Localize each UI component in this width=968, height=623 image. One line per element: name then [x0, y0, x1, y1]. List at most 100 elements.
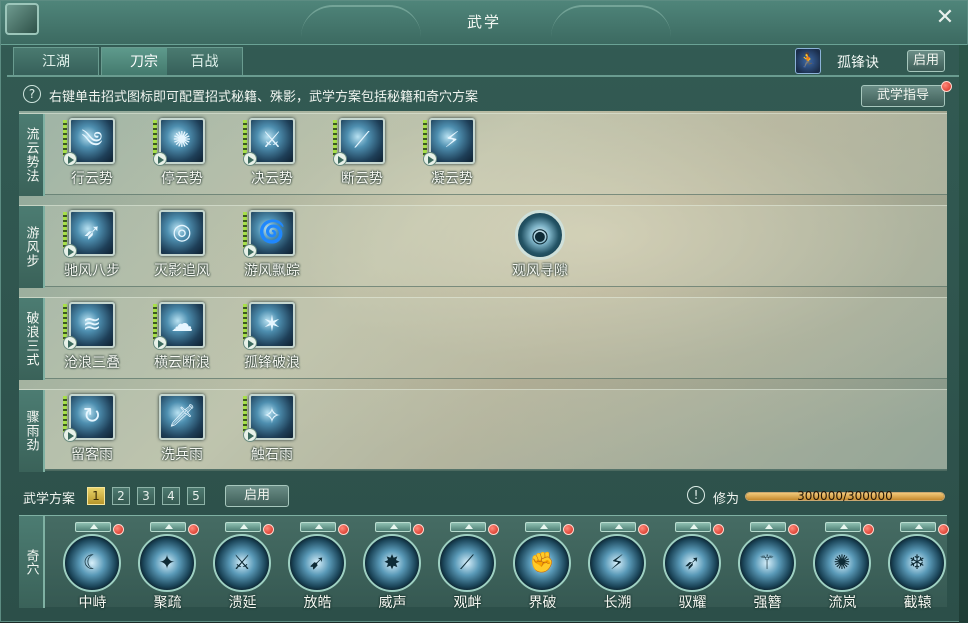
qixue-slot[interactable]: ☾ 中峙: [55, 522, 130, 611]
notification-dot: [113, 524, 124, 535]
vortex-icon[interactable]: ◎: [159, 210, 205, 256]
skill-slot[interactable]: 🌀 游风飘踪: [227, 206, 307, 284]
close-icon[interactable]: ✕: [933, 7, 957, 31]
skill-name: 决云势: [251, 171, 293, 187]
expand-icon[interactable]: [150, 522, 186, 532]
alert-icon[interactable]: !: [687, 486, 705, 504]
expand-icon[interactable]: [225, 522, 261, 532]
skill-slot[interactable]: ⚔ 决云势: [227, 114, 307, 192]
play-icon[interactable]: [243, 152, 257, 166]
expand-icon[interactable]: [375, 522, 411, 532]
skill-slot[interactable]: ↻ 留客雨: [47, 390, 127, 468]
crescent-icon[interactable]: ☾: [63, 534, 121, 592]
expand-icon[interactable]: [600, 522, 636, 532]
runner-icon[interactable]: 🏃: [795, 48, 821, 74]
qixue-slot[interactable]: ➶ 驭耀: [655, 522, 730, 611]
qixue-slot[interactable]: ⚡ 长溯: [580, 522, 655, 611]
enable-skill-button[interactable]: 启用: [907, 50, 945, 72]
play-icon[interactable]: [63, 244, 77, 258]
play-icon[interactable]: [153, 336, 167, 350]
play-icon[interactable]: [63, 428, 77, 442]
play-icon[interactable]: [243, 428, 257, 442]
qixue-slot[interactable]: ⚚ 强簪: [730, 522, 805, 611]
arrow-icon[interactable]: ➹: [288, 534, 346, 592]
swordsman-icon[interactable]: ⚔: [213, 534, 271, 592]
scheme-label: 武学方案: [23, 492, 76, 507]
slash-icon[interactable]: ⟋: [438, 534, 496, 592]
play-icon[interactable]: [63, 336, 77, 350]
play-icon[interactable]: [63, 152, 77, 166]
eye-icon[interactable]: ◉: [515, 210, 565, 260]
expand-icon[interactable]: [900, 522, 936, 532]
qixue-slot[interactable]: ➹ 放皓: [280, 522, 355, 611]
qixue-slot[interactable]: ✸ 威声: [355, 522, 430, 611]
skill-name: 停云势: [161, 171, 203, 187]
skill-slot[interactable]: ⚡ 凝云势: [407, 114, 487, 192]
skill-name: 凝云势: [431, 171, 473, 187]
tab-jianghu[interactable]: 江湖: [13, 47, 99, 75]
expand-icon[interactable]: [750, 522, 786, 532]
skill-name: 沧浪三叠: [64, 355, 120, 371]
qixue-slot[interactable]: ⟋ 观衅: [430, 522, 505, 611]
enable-scheme-button[interactable]: 启用: [225, 485, 289, 507]
fist-icon[interactable]: ✊: [513, 534, 571, 592]
expand-icon[interactable]: [75, 522, 111, 532]
expand-icon[interactable]: [300, 522, 336, 532]
whirl-icon[interactable]: ✺: [813, 534, 871, 592]
play-icon[interactable]: [423, 152, 437, 166]
skill-name: 观风寻隙: [512, 263, 568, 279]
scheme-4-button[interactable]: 4: [162, 487, 180, 505]
skill-slot[interactable]: ✺ 停云势: [137, 114, 217, 192]
star-burst-icon[interactable]: ✸: [363, 534, 421, 592]
qixue-name: 驭耀: [678, 595, 707, 611]
dash-icon[interactable]: ➶: [663, 534, 721, 592]
notification-dot: [788, 524, 799, 535]
skill-name: 游风飘踪: [244, 263, 300, 279]
skill-slot[interactable]: ≋ 沧浪三叠: [47, 298, 127, 376]
skill-slot[interactable]: ☁ 横云断浪: [137, 298, 217, 376]
group-label: 流云势法: [19, 114, 45, 196]
skill-slot[interactable]: ✧ 触石雨: [227, 390, 307, 468]
notification-dot: [863, 524, 874, 535]
frost-icon[interactable]: ❄: [888, 534, 946, 592]
qixue-slot[interactable]: ✺ 流岚: [805, 522, 880, 611]
expand-icon[interactable]: [675, 522, 711, 532]
scheme-3-button[interactable]: 3: [137, 487, 155, 505]
skill-slot[interactable]: 🗡 洗兵雨: [137, 390, 217, 468]
qixue-slot[interactable]: ✊ 界破: [505, 522, 580, 611]
play-icon[interactable]: [153, 152, 167, 166]
scheme-2-button[interactable]: 2: [112, 487, 130, 505]
skill-header: 🏃 孤锋诀 启用: [795, 48, 953, 74]
combo-bar: [333, 120, 337, 156]
guide-button[interactable]: 武学指导: [861, 85, 945, 107]
expand-icon[interactable]: [450, 522, 486, 532]
skill-group-polang: 破浪三式 ≋ 沧浪三叠 ☁ 横云断浪 ✶ 孤锋破浪: [19, 297, 947, 380]
skill-slot[interactable]: ༄ 行云势: [47, 114, 127, 192]
play-icon[interactable]: [243, 336, 257, 350]
skill-slot[interactable]: ✶ 孤锋破浪: [227, 298, 307, 376]
title-bar[interactable]: 武学 ✕: [1, 1, 967, 45]
staff-icon[interactable]: ⚚: [738, 534, 796, 592]
expand-icon[interactable]: [825, 522, 861, 532]
skill-name: 断云势: [341, 171, 383, 187]
tab-baizhan[interactable]: 百战: [167, 47, 243, 75]
expand-icon[interactable]: [525, 522, 561, 532]
lightning-icon[interactable]: ⚡: [588, 534, 646, 592]
combo-bar: [243, 396, 247, 432]
play-icon[interactable]: [333, 152, 347, 166]
qixue-slot[interactable]: ⚔ 溃延: [205, 522, 280, 611]
scheme-5-button[interactable]: 5: [187, 487, 205, 505]
spark-icon[interactable]: ✦: [138, 534, 196, 592]
skill-slot[interactable]: ⟋ 断云势: [317, 114, 397, 192]
skill-slot[interactable]: ◉ 观风寻隙: [495, 206, 575, 284]
play-icon[interactable]: [243, 244, 257, 258]
qixue-name: 流岚: [828, 595, 857, 611]
sword-icon[interactable]: 🗡: [159, 394, 205, 440]
qixue-name: 长溯: [603, 595, 632, 611]
skill-slot[interactable]: ◎ 灭影追风: [137, 206, 217, 284]
qixue-slot[interactable]: ❄ 截辕: [880, 522, 955, 611]
qixue-slot[interactable]: ✦ 聚疏: [130, 522, 205, 611]
help-icon[interactable]: ?: [23, 85, 41, 103]
scheme-1-button[interactable]: 1: [87, 487, 105, 505]
skill-slot[interactable]: ➶ 驰风八步: [47, 206, 127, 284]
